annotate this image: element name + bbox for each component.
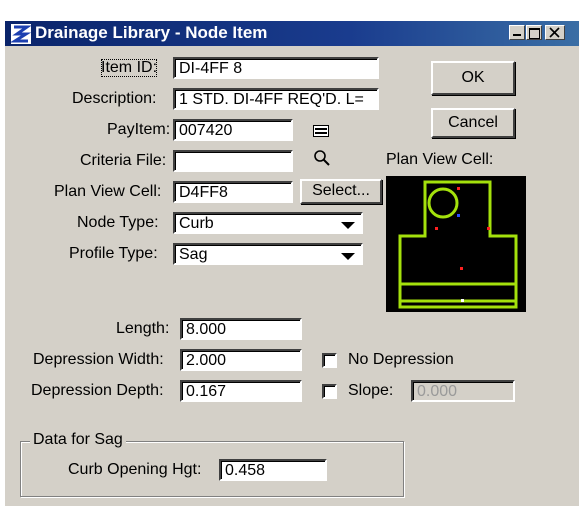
profile-type-value: Sag	[179, 246, 208, 263]
item-id-input[interactable]: DI-4FF 8	[173, 57, 379, 79]
title-bar[interactable]: Drainage Library - Node Item	[5, 21, 579, 46]
depression-depth-label: Depression Depth:	[31, 382, 164, 399]
profile-type-label: Profile Type:	[69, 245, 158, 262]
minimize-icon	[513, 34, 521, 36]
criteria-file-label: Criteria File:	[80, 152, 167, 169]
node-type-select[interactable]: Curb	[173, 212, 363, 234]
length-label: Length:	[116, 320, 170, 337]
description-label: Description:	[72, 90, 157, 107]
ok-button[interactable]: OK	[431, 61, 515, 95]
no-depression-label: No Depression	[348, 351, 454, 368]
sag-group-title: Data for Sag	[30, 431, 126, 449]
no-depression-checkbox[interactable]	[322, 353, 337, 368]
minimize-button[interactable]	[509, 25, 525, 40]
plan-view-preview	[386, 176, 526, 312]
search-icon[interactable]	[313, 149, 331, 167]
slope-input: 0.000	[411, 380, 515, 402]
dialog-window: Drainage Library - Node Item Item ID: DI…	[4, 20, 579, 506]
chevron-down-icon	[341, 253, 355, 260]
depression-depth-input[interactable]: 0.167	[180, 380, 302, 402]
curb-opening-hgt-input[interactable]: 0.458	[219, 459, 327, 481]
maximize-icon	[529, 28, 540, 39]
profile-type-select[interactable]: Sag	[173, 243, 363, 265]
close-icon	[549, 27, 560, 38]
node-type-value: Curb	[179, 215, 214, 232]
criteria-file-input[interactable]	[173, 150, 293, 172]
item-id-label: Item ID:	[101, 59, 158, 77]
list-icon[interactable]	[313, 125, 329, 137]
slope-checkbox[interactable]	[322, 384, 337, 399]
close-button[interactable]	[545, 25, 565, 40]
select-cell-button[interactable]: Select...	[300, 179, 382, 204]
plan-view-cell-label: Plan View Cell:	[54, 183, 162, 200]
pay-item-label: PayItem:	[107, 121, 171, 138]
maximize-button[interactable]	[526, 25, 542, 40]
plan-view-cell-input[interactable]: D4FF8	[173, 181, 293, 203]
description-input[interactable]: 1 STD. DI-4FF REQ'D. L=	[173, 88, 379, 110]
window-title: Drainage Library - Node Item	[35, 23, 268, 42]
drainage-logo-icon	[11, 24, 31, 44]
cancel-button[interactable]: Cancel	[431, 108, 515, 138]
node-type-label: Node Type:	[77, 214, 159, 231]
length-input[interactable]: 8.000	[180, 318, 302, 340]
depression-width-label: Depression Width:	[33, 351, 164, 368]
pay-item-input[interactable]: 007420	[173, 119, 293, 141]
slope-label: Slope:	[348, 382, 394, 399]
chevron-down-icon	[341, 222, 355, 229]
depression-width-input[interactable]: 2.000	[180, 349, 302, 371]
preview-label: Plan View Cell:	[386, 151, 494, 168]
curb-opening-hgt-label: Curb Opening Hgt:	[68, 461, 202, 478]
